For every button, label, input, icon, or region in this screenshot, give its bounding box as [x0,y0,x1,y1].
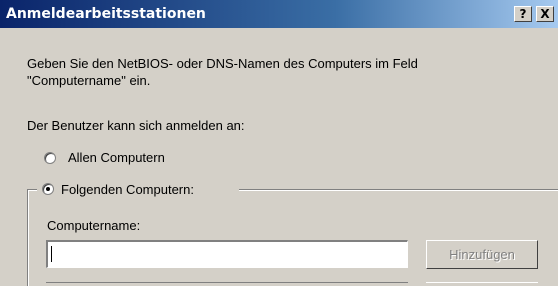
help-button[interactable]: ? [514,6,532,22]
radio-all-computers-label[interactable]: Allen Computern [68,150,165,165]
radio-all-computers[interactable] [44,152,56,164]
computer-name-input[interactable] [46,240,408,268]
radio-following-computers[interactable] [42,183,54,195]
add-button[interactable]: Hinzufügen [426,240,538,269]
window-title: Anmeldearbeitsstationen [6,6,206,22]
text-caret [51,246,52,262]
radio-following-computers-label[interactable]: Folgenden Computern: [61,182,194,197]
description-line-2: "Computername" ein. [27,73,151,88]
button-edge [426,282,538,286]
title-bar: Anmeldearbeitsstationen ? X [0,0,558,28]
description-line-1: Geben Sie den NetBIOS- oder DNS-Namen de… [27,56,418,71]
following-computers-group [27,189,558,286]
computer-list-edge [46,282,408,286]
computer-name-label: Computername: [47,218,141,233]
close-button[interactable]: X [536,6,554,22]
logon-intro-label: Der Benutzer kann sich anmelden an: [27,118,245,133]
